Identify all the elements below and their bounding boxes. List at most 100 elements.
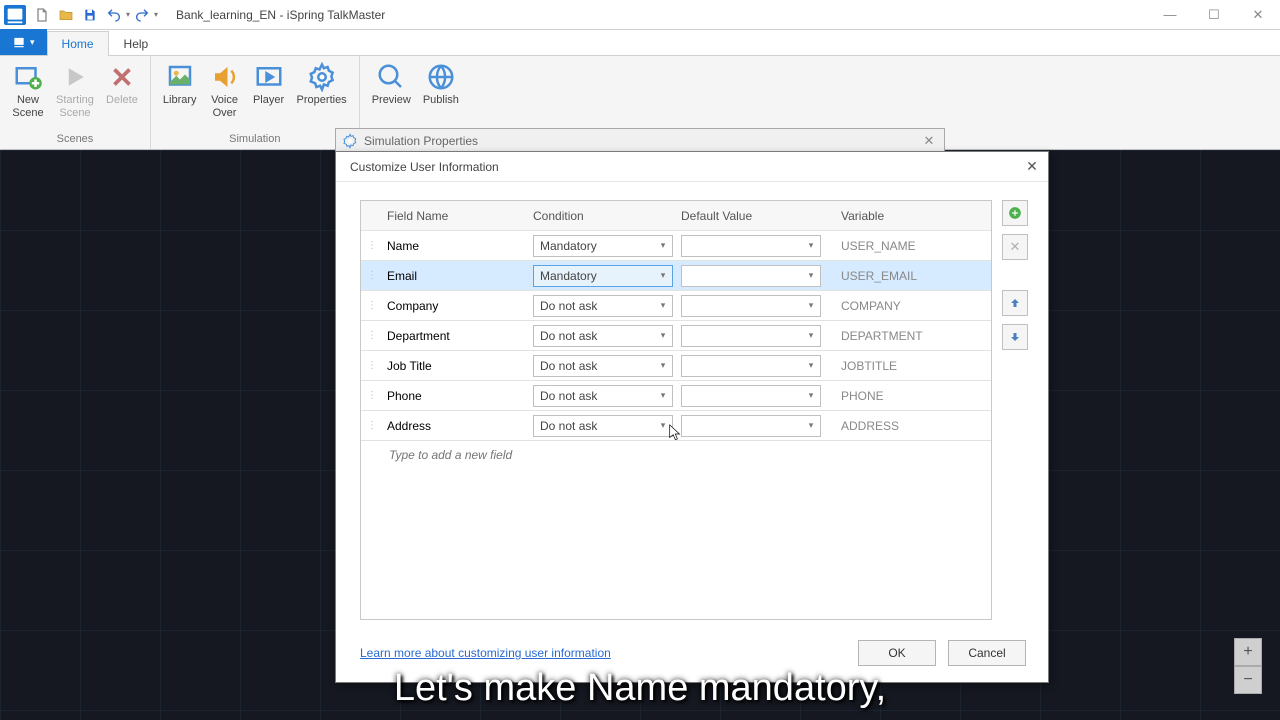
cancel-button[interactable]: Cancel [948,640,1026,666]
publish-icon [426,62,456,92]
properties-icon [307,62,337,92]
variable-cell: PHONE [829,389,991,403]
learn-more-link[interactable]: Learn more about customizing user inform… [360,646,611,660]
chevron-down-icon: ▾ [802,300,820,311]
new-scene-button[interactable]: New Scene [6,58,50,120]
tab-help[interactable]: Help [109,31,164,56]
titlebar: ▾ ▾ Bank_learning_EN - iSpring TalkMaste… [0,0,1280,30]
default-value-dropdown[interactable]: ▾ [681,235,821,257]
preview-button[interactable]: Preview [366,58,417,107]
field-name-cell[interactable]: Phone [383,389,533,403]
table-row[interactable]: ⋮CompanyDo not ask▾▾COMPANY [361,291,991,321]
player-button[interactable]: Player [247,58,291,107]
condition-dropdown[interactable]: Mandatory▾ [533,235,673,257]
starting-scene-button[interactable]: Starting Scene [50,58,100,120]
chevron-down-icon: ▾ [802,330,820,341]
qat-new-icon[interactable] [31,4,53,26]
condition-dropdown[interactable]: Do not ask▾ [533,385,673,407]
field-name-cell[interactable]: Name [383,239,533,253]
chevron-down-icon: ▾ [802,390,820,401]
table-row[interactable]: ⋮PhoneDo not ask▾▾PHONE [361,381,991,411]
player-icon [254,62,284,92]
chevron-down-icon: ▾ [654,330,672,341]
table-header: Field Name Condition Default Value Varia… [361,201,991,231]
voice-over-button[interactable]: Voice Over [203,58,247,120]
default-value-dropdown[interactable]: ▾ [681,325,821,347]
default-value-dropdown[interactable]: ▾ [681,295,821,317]
customize-user-info-dialog: Customize User Information ✕ Field Name … [335,151,1049,683]
library-icon [165,62,195,92]
table-row[interactable]: ⋮AddressDo not ask▾▾ADDRESS [361,411,991,441]
move-up-button[interactable] [1002,290,1028,316]
variable-cell: JOBTITLE [829,359,991,373]
caption-text: Let's make Name mandatory, [394,667,886,710]
drag-handle-icon[interactable]: ⋮ [361,420,383,431]
chevron-down-icon: ▾ [654,390,672,401]
properties-button[interactable]: Properties [291,58,353,107]
ribbon-tabs: Home Help [0,30,1280,56]
drag-handle-icon[interactable]: ⋮ [361,330,383,341]
add-field-button[interactable] [1002,200,1028,226]
chevron-down-icon: ▾ [654,300,672,311]
variable-cell: USER_NAME [829,239,991,253]
file-menu[interactable] [0,29,47,55]
drag-handle-icon[interactable]: ⋮ [361,240,383,251]
delete-button[interactable]: Delete [100,58,144,107]
field-name-cell[interactable]: Company [383,299,533,313]
condition-dropdown[interactable]: Do not ask▾ [533,325,673,347]
chevron-down-icon: ▾ [654,240,672,251]
variable-cell: DEPARTMENT [829,329,991,343]
chevron-down-icon: ▾ [802,240,820,251]
qat-open-icon[interactable] [55,4,77,26]
voice-over-icon [210,62,240,92]
library-button[interactable]: Library [157,58,203,107]
field-name-cell[interactable]: Department [383,329,533,343]
default-value-dropdown[interactable]: ▾ [681,355,821,377]
preview-icon [376,62,406,92]
app-icon [4,5,26,25]
drag-handle-icon[interactable]: ⋮ [361,360,383,371]
minimize-icon[interactable]: — [1148,0,1192,30]
chevron-down-icon: ▾ [654,360,672,371]
chevron-down-icon: ▾ [802,360,820,371]
dialog-close-icon[interactable]: ✕ [1016,158,1048,175]
zoom-in-button[interactable]: + [1234,638,1262,666]
delete-icon [107,62,137,92]
condition-dropdown[interactable]: Do not ask▾ [533,355,673,377]
simulation-properties-close-icon[interactable]: ✕ [914,133,944,149]
field-name-cell[interactable]: Email [383,269,533,283]
field-name-cell[interactable]: Address [383,419,533,433]
move-down-button[interactable] [1002,324,1028,350]
new-field-input[interactable] [389,448,991,462]
field-name-cell[interactable]: Job Title [383,359,533,373]
variable-cell: COMPANY [829,299,991,313]
table-row[interactable]: ⋮Job TitleDo not ask▾▾JOBTITLE [361,351,991,381]
drag-handle-icon[interactable]: ⋮ [361,270,383,281]
table-row[interactable]: ⋮DepartmentDo not ask▾▾DEPARTMENT [361,321,991,351]
condition-dropdown[interactable]: Mandatory▾ [533,265,673,287]
qat-redo-icon[interactable] [131,4,153,26]
zoom-out-button[interactable]: − [1234,666,1262,694]
drag-handle-icon[interactable]: ⋮ [361,390,383,401]
tab-home[interactable]: Home [47,31,109,56]
table-row[interactable]: ⋮EmailMandatory▾▾USER_EMAIL [361,261,991,291]
drag-handle-icon[interactable]: ⋮ [361,300,383,311]
default-value-dropdown[interactable]: ▾ [681,385,821,407]
ok-button[interactable]: OK [858,640,936,666]
table-row[interactable]: ⋮NameMandatory▾▾USER_NAME [361,231,991,261]
maximize-icon[interactable]: ☐ [1192,0,1236,30]
user-fields-table: Field Name Condition Default Value Varia… [360,200,992,620]
default-value-dropdown[interactable]: ▾ [681,415,821,437]
qat-save-icon[interactable] [79,4,101,26]
condition-dropdown[interactable]: Do not ask▾ [533,295,673,317]
qat-undo-icon[interactable] [103,4,125,26]
group-simulation-label: Simulation [229,133,280,147]
gear-icon [342,133,358,149]
close-icon[interactable]: ✕ [1236,0,1280,30]
window-title: Bank_learning_EN - iSpring TalkMaster [176,8,385,22]
condition-dropdown[interactable]: Do not ask▾ [533,415,673,437]
group-scenes-label: Scenes [57,133,94,147]
publish-button[interactable]: Publish [417,58,465,107]
delete-field-button[interactable]: ✕ [1002,234,1028,260]
default-value-dropdown[interactable]: ▾ [681,265,821,287]
